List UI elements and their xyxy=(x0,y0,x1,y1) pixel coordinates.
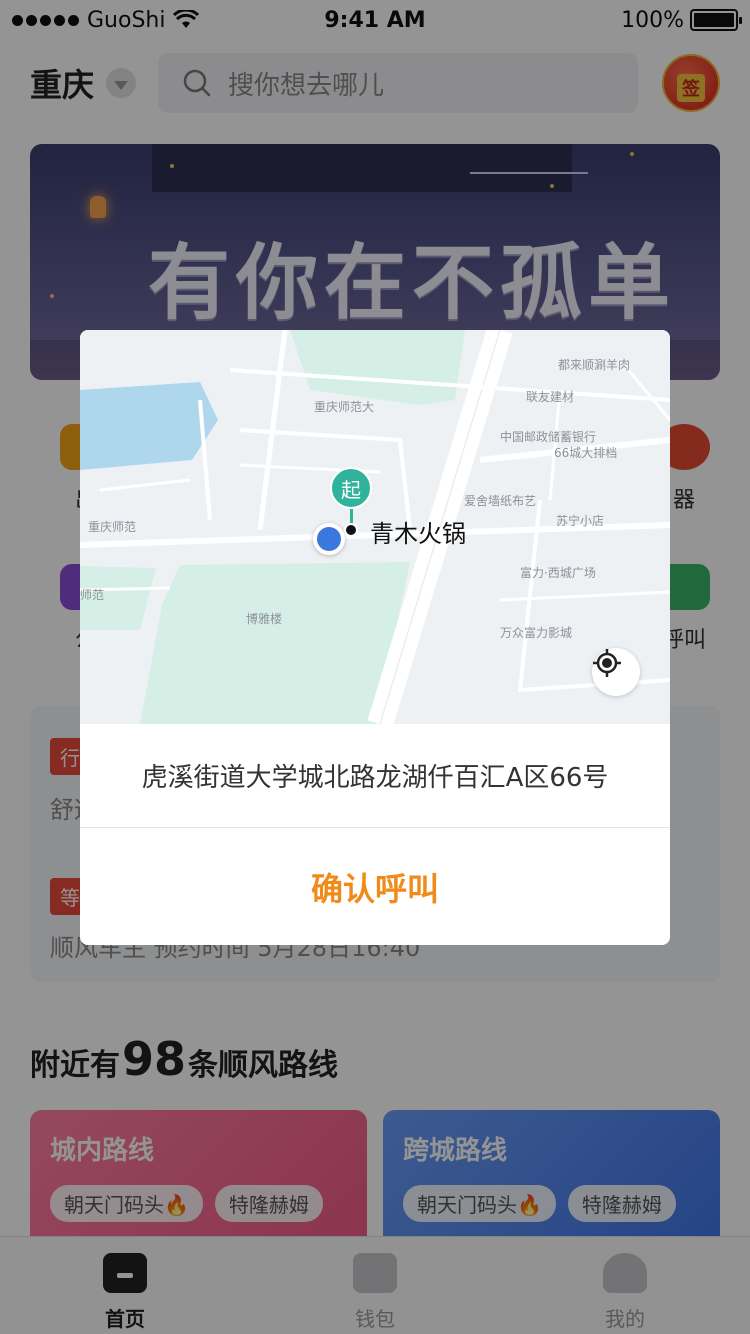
map-label: 富力·西城广场 xyxy=(520,566,596,580)
start-pin-icon: 起 xyxy=(330,467,372,509)
map-label: 中国邮政储蓄银行 xyxy=(500,430,597,444)
confirm-call-button[interactable]: 确认呼叫 xyxy=(80,829,670,945)
confirm-call-dialog: 都来顺涮羊肉 联友建材 重庆师范大 中国邮政储蓄银行 66城大排档 爱舍墙纸布艺… xyxy=(80,330,670,945)
locate-button[interactable] xyxy=(592,648,640,696)
map-label: 重庆师范大 xyxy=(314,400,375,414)
start-pin-label: 起 xyxy=(341,477,361,502)
map-label: 苏宁小店 xyxy=(556,514,605,528)
crosshair-icon xyxy=(593,649,621,677)
address-text: 虎溪街道大学城北路龙湖仟百汇A区66号 xyxy=(80,724,670,828)
map-label: 重庆师范 xyxy=(88,520,137,534)
map-label: 66城大排档 xyxy=(554,446,618,460)
map-label: 爱舍墙纸布艺 xyxy=(464,494,537,508)
map-label: 博雅楼 xyxy=(246,612,283,626)
map-label: 万众富力影城 xyxy=(500,626,573,640)
pin-anchor xyxy=(344,523,358,537)
map-label: 联友建材 xyxy=(526,390,575,404)
map-view[interactable]: 都来顺涮羊肉 联友建材 重庆师范大 中国邮政储蓄银行 66城大排档 爱舍墙纸布艺… xyxy=(80,330,670,724)
map-label: 师范 xyxy=(80,588,105,602)
current-location-icon xyxy=(313,523,345,555)
map-label: 都来顺涮羊肉 xyxy=(558,358,631,372)
place-name: 青木火锅 xyxy=(370,520,466,548)
